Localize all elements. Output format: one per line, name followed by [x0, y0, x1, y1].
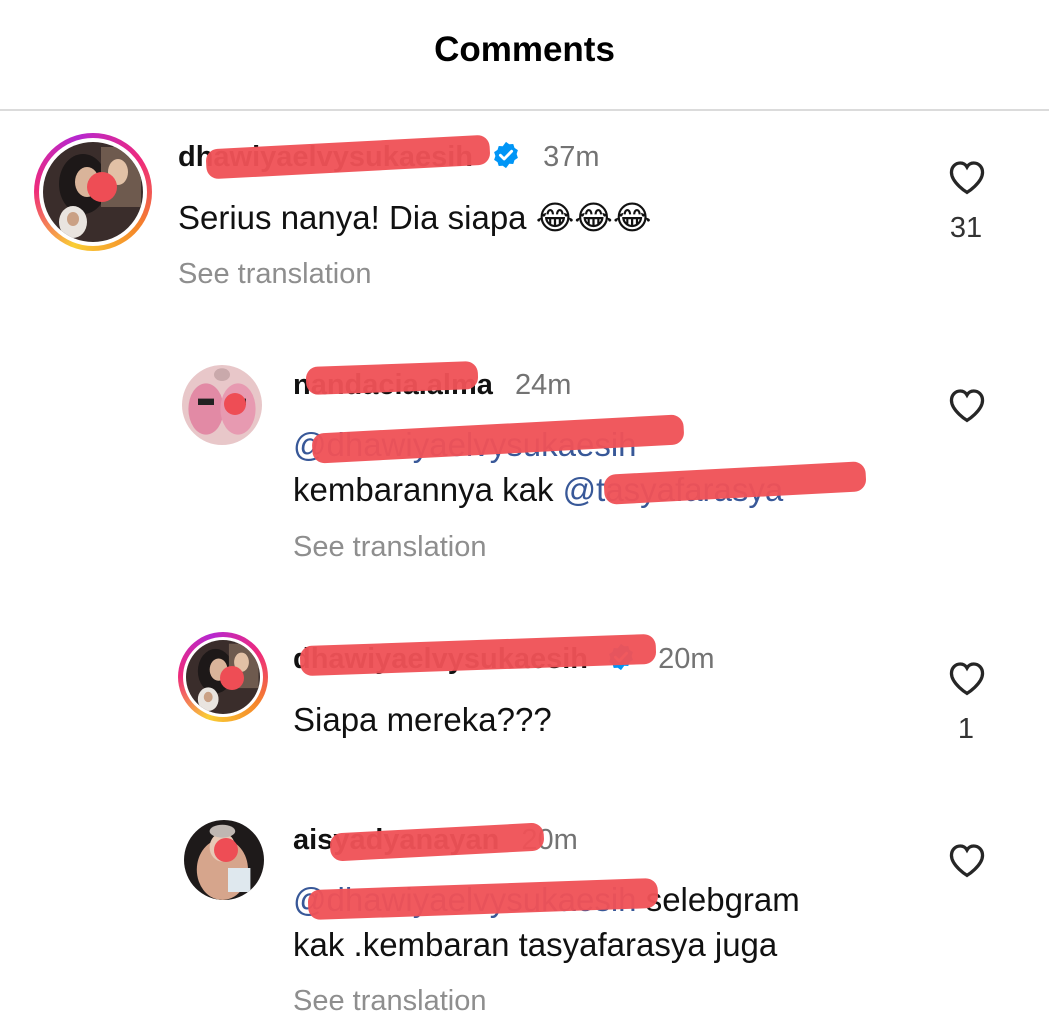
see-translation-link[interactable]: See translation	[293, 531, 486, 564]
comment-body: selebgram	[645, 881, 800, 918]
comment-body: kak .kembaran tasyafarasya juga	[293, 926, 778, 963]
avatar[interactable]	[178, 632, 268, 722]
heart-outline-icon	[949, 389, 985, 423]
heart-outline-icon	[949, 662, 985, 696]
heart-outline-icon	[949, 844, 985, 878]
comments-header: Comments	[0, 0, 1049, 111]
avatar-photo	[182, 365, 262, 445]
redaction-mark	[87, 172, 117, 202]
redaction-mark	[305, 361, 479, 395]
comment-body: kembarannya kak	[293, 471, 554, 508]
redaction-mark	[224, 393, 246, 415]
comment-time: 37m	[543, 141, 600, 173]
like-button[interactable]	[946, 658, 988, 696]
comment-text: Serius nanya! Dia siapa 😂😂😂	[178, 199, 652, 236]
avatar[interactable]	[184, 820, 264, 900]
see-translation-link[interactable]: See translation	[293, 985, 486, 1018]
avatar[interactable]	[182, 365, 262, 445]
see-translation-link[interactable]: See translation	[178, 258, 371, 291]
redaction-mark	[220, 666, 244, 690]
redaction-mark	[214, 838, 238, 862]
comment-time: 20m	[658, 643, 715, 675]
like-button[interactable]	[946, 385, 988, 423]
verified-badge-icon	[494, 141, 518, 169]
like-button[interactable]	[946, 157, 988, 195]
like-button[interactable]	[946, 840, 988, 878]
comment-text: Siapa mereka???	[293, 701, 552, 738]
comment-time: 24m	[514, 369, 572, 401]
like-count: 31	[949, 212, 983, 244]
heart-outline-icon	[949, 161, 985, 195]
like-count: 1	[957, 713, 975, 745]
page-title: Comments	[434, 30, 615, 69]
avatar[interactable]	[34, 133, 152, 251]
